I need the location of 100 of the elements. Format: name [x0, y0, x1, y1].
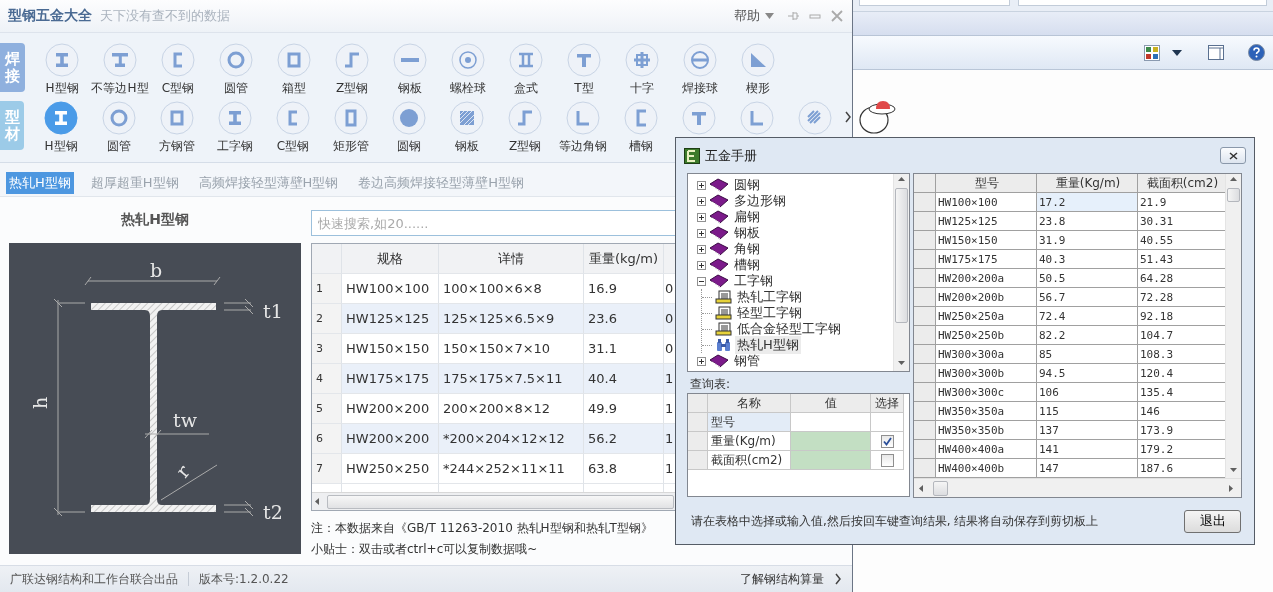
section-button[interactable]: 工字钢 — [206, 101, 264, 155]
table-cell: HW350×350b — [936, 421, 1037, 440]
section-button[interactable]: 钢板 — [438, 101, 496, 155]
row-number: 2 — [312, 304, 342, 334]
tree-item[interactable]: 热轧H型钢 — [735, 336, 801, 354]
vertical-scrollbar[interactable] — [1225, 174, 1241, 478]
section-button[interactable]: C型钢 — [149, 43, 207, 97]
section-button[interactable]: 圆管 — [207, 43, 265, 97]
expand-icon[interactable] — [697, 356, 706, 366]
preview-pane-icon[interactable] — [1208, 45, 1224, 60]
column-header[interactable]: 规格 — [342, 244, 439, 274]
table-cell: 141 — [1037, 440, 1138, 459]
column-header[interactable]: 截面积(cm2) — [1138, 174, 1225, 193]
tree-item[interactable]: 角钢 — [732, 240, 762, 258]
expand-icon[interactable] — [697, 196, 706, 206]
row-header[interactable] — [914, 459, 936, 478]
checkbox[interactable] — [880, 434, 894, 448]
section-button[interactable]: 不等边H型 — [91, 43, 149, 97]
learn-more-link[interactable]: 了解钢结构算量 — [740, 570, 824, 588]
expand-icon[interactable] — [697, 244, 706, 254]
help-menu[interactable]: 帮助 — [730, 5, 778, 27]
section-button[interactable]: 十字 — [613, 43, 671, 97]
section-button[interactable]: 箱型 — [265, 43, 323, 97]
section-button[interactable]: 钢板 — [381, 43, 439, 97]
row-header[interactable] — [914, 269, 936, 288]
row-header[interactable] — [914, 364, 936, 383]
row-header[interactable] — [914, 345, 936, 364]
expand-icon[interactable] — [697, 260, 706, 270]
value-field[interactable] — [791, 413, 871, 432]
section-button[interactable]: 方钢管 — [148, 101, 206, 155]
dropdown-caret-icon[interactable] — [1172, 49, 1182, 56]
tree-item[interactable]: 工字钢 — [732, 272, 775, 290]
section-button[interactable]: 盒式 — [497, 43, 555, 97]
value-field[interactable] — [791, 451, 871, 470]
section-button[interactable]: C型钢 — [264, 101, 322, 155]
close-button[interactable] — [1220, 147, 1246, 164]
column-header[interactable]: 重量(kg/m) — [584, 244, 664, 274]
tree-item[interactable]: 扁钢 — [732, 208, 762, 226]
tree-item[interactable]: 钢管 — [732, 352, 762, 370]
scroll-thumb[interactable] — [1227, 188, 1240, 202]
row-header[interactable] — [688, 451, 708, 470]
column-header[interactable] — [664, 244, 676, 274]
column-header[interactable]: 型号 — [936, 174, 1037, 193]
row-header[interactable] — [914, 402, 936, 421]
horizontal-scrollbar[interactable] — [914, 478, 1241, 497]
section-button[interactable]: H型钢 — [33, 43, 91, 97]
section-button[interactable]: 螺栓球 — [439, 43, 497, 97]
row-header[interactable] — [688, 413, 708, 432]
tree-item[interactable]: 低合金轻型工字钢 — [735, 320, 843, 338]
section-button[interactable]: 楔形 — [729, 43, 787, 97]
tree-item[interactable]: 圆钢 — [732, 176, 762, 194]
expand-icon[interactable] — [697, 228, 706, 238]
exit-button[interactable]: 退出 — [1184, 509, 1241, 533]
row-header[interactable] — [914, 250, 936, 269]
tree-item[interactable]: 轻型工字钢 — [735, 304, 804, 322]
row-header[interactable] — [914, 421, 936, 440]
value-field[interactable] — [791, 432, 871, 451]
pin-icon[interactable] — [786, 9, 800, 23]
row-header[interactable] — [914, 440, 936, 459]
view-grid-icon[interactable] — [1144, 44, 1160, 61]
chevron-right-icon — [834, 573, 842, 585]
section-button[interactable]: Z型钢 — [496, 101, 554, 155]
section-button[interactable]: 矩形管 — [322, 101, 380, 155]
dialog-title: 五金手册 — [705, 146, 757, 165]
horizontal-scrollbar[interactable] — [312, 492, 676, 510]
section-button[interactable]: 圆管 — [90, 101, 148, 155]
section-button[interactable]: 焊接球 — [671, 43, 729, 97]
close-icon[interactable] — [830, 9, 844, 23]
tree-item[interactable]: 热轧工字钢 — [735, 288, 804, 306]
row-header[interactable] — [914, 288, 936, 307]
scroll-thumb[interactable] — [327, 494, 674, 509]
row-header[interactable] — [914, 307, 936, 326]
section-button[interactable]: H型钢 — [32, 101, 90, 155]
column-header[interactable]: 详情 — [439, 244, 584, 274]
section-button[interactable]: T型 — [555, 43, 613, 97]
expand-icon[interactable] — [697, 180, 706, 190]
row-header[interactable] — [688, 432, 708, 451]
version-text: 版本号:1.2.0.22 — [199, 570, 289, 588]
checkbox[interactable] — [880, 453, 894, 467]
row-header[interactable] — [914, 193, 936, 212]
tree-item[interactable]: 多边形钢 — [732, 192, 788, 210]
address-field[interactable] — [859, 0, 1010, 6]
column-header[interactable]: 重量(Kg/m) — [1037, 174, 1138, 193]
tree-item[interactable]: 槽钢 — [732, 256, 762, 274]
row-number: 7 — [312, 454, 342, 484]
section-button[interactable]: Z型钢 — [323, 43, 381, 97]
address-field[interactable] — [1017, 0, 1267, 6]
row-header[interactable] — [914, 326, 936, 345]
help-icon[interactable] — [1248, 44, 1265, 61]
row-header[interactable] — [914, 212, 936, 231]
section-button[interactable]: 槽钢 — [612, 101, 670, 155]
scroll-thumb[interactable] — [895, 188, 908, 323]
collapse-icon[interactable] — [697, 276, 706, 286]
scroll-thumb[interactable] — [933, 480, 948, 496]
expand-icon[interactable] — [697, 212, 706, 222]
row-header[interactable] — [914, 231, 936, 250]
section-button[interactable]: 等边角钢 — [554, 101, 612, 155]
vertical-scrollbar[interactable] — [893, 174, 909, 371]
section-button[interactable]: 圆钢 — [380, 101, 438, 155]
row-header[interactable] — [914, 383, 936, 402]
